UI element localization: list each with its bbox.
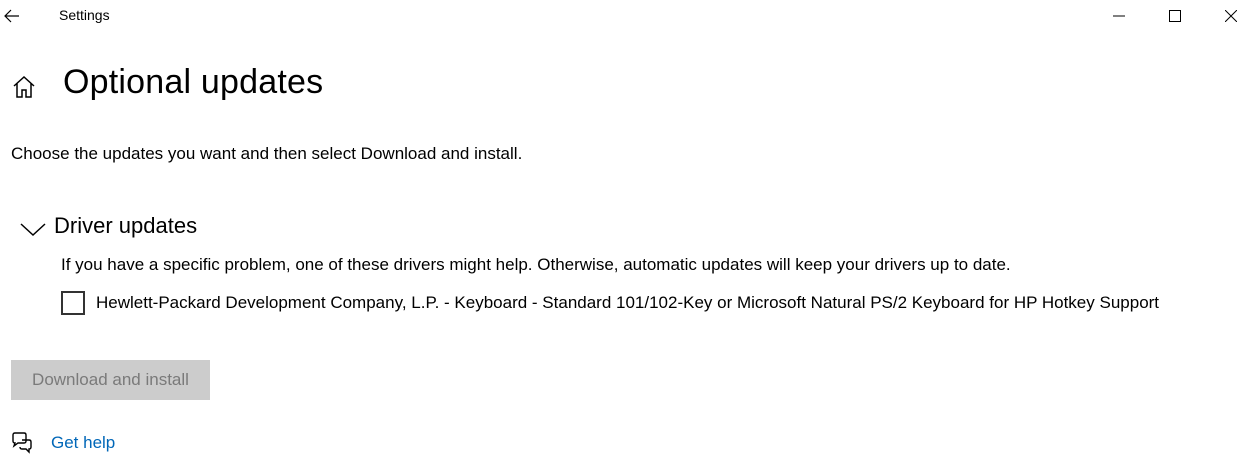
section-description: If you have a specific problem, one of t… bbox=[61, 255, 1011, 274]
minimize-icon bbox=[1113, 15, 1125, 17]
maximize-icon bbox=[1169, 10, 1181, 22]
download-install-button[interactable]: Download and install bbox=[11, 360, 210, 400]
section-title: Driver updates bbox=[54, 213, 198, 238]
maximize-button[interactable] bbox=[1152, 0, 1198, 32]
chevron-down-icon bbox=[20, 223, 46, 237]
back-button[interactable] bbox=[0, 0, 24, 32]
home-icon bbox=[13, 75, 35, 98]
page-subtitle: Choose the updates you want and then sel… bbox=[11, 144, 523, 163]
close-icon bbox=[1225, 10, 1237, 22]
chat-help-icon bbox=[12, 432, 32, 454]
back-arrow-icon bbox=[4, 9, 19, 23]
app-title: Settings bbox=[59, 7, 110, 23]
get-help-row: Get help bbox=[11, 432, 115, 454]
driver-updates-toggle[interactable]: Driver updates bbox=[20, 212, 197, 240]
page-title: Optional updates bbox=[63, 63, 324, 101]
driver-item-label: Hewlett-Packard Development Company, L.P… bbox=[96, 293, 1160, 312]
get-help-link[interactable]: Get help bbox=[51, 433, 115, 453]
close-button[interactable] bbox=[1208, 0, 1254, 32]
driver-checkbox[interactable] bbox=[61, 291, 85, 315]
driver-item[interactable]: Hewlett-Packard Development Company, L.P… bbox=[61, 291, 1159, 315]
title-bar: Settings bbox=[0, 0, 1257, 32]
minimize-button[interactable] bbox=[1096, 0, 1142, 32]
home-button[interactable] bbox=[11, 74, 37, 100]
